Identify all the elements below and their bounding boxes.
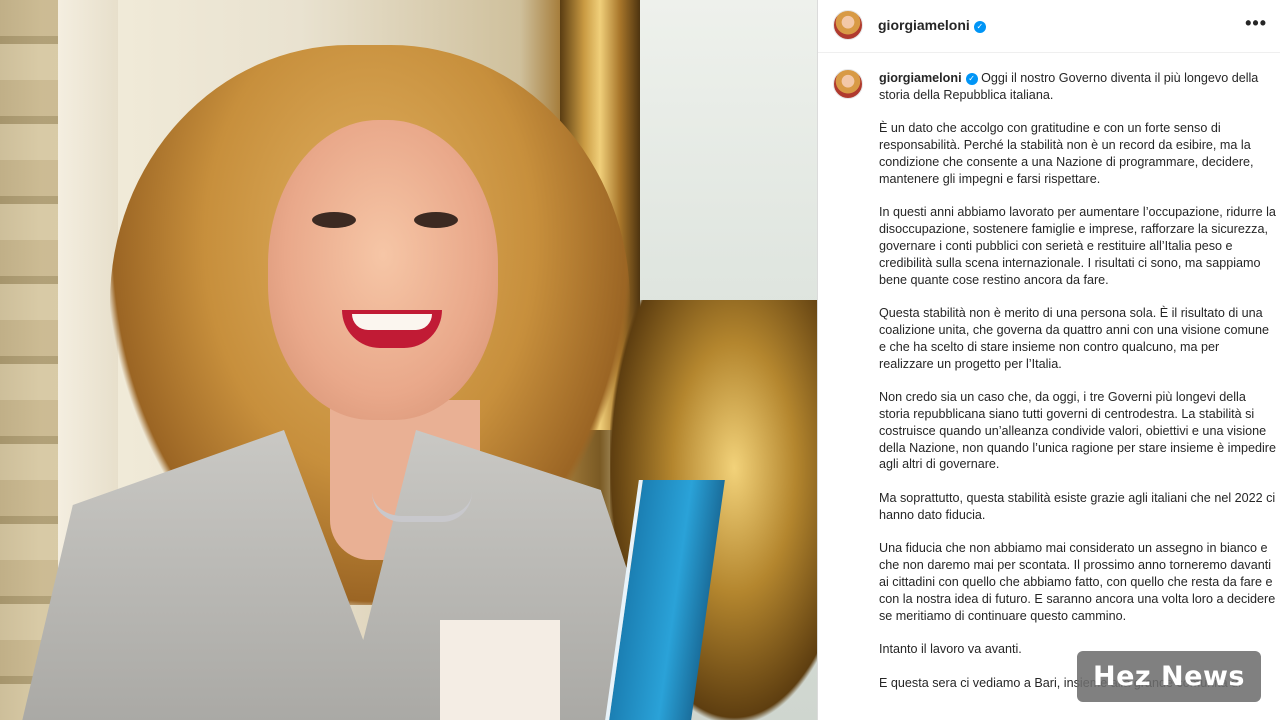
username-text[interactable]: giorgiameloni	[878, 17, 970, 33]
left-eye	[312, 212, 356, 228]
post-photo[interactable]	[0, 0, 817, 720]
post-panel: giorgiameloni ✓ ••• giorgiameloni ✓ Oggi i…	[817, 0, 1280, 720]
caption-avatar[interactable]	[833, 69, 863, 99]
caption-paragraph: Una fiducia che non abbiamo mai consider…	[879, 541, 1276, 623]
caption-username[interactable]: giorgiameloni	[879, 71, 962, 85]
verified-icon: ✓	[973, 21, 986, 33]
right-eye	[414, 212, 458, 228]
post-caption: giorgiameloni ✓ Oggi il nostro Governo di…	[879, 70, 1277, 708]
caption-paragraph: Ma soprattutto, questa stabilità esiste …	[879, 490, 1276, 522]
hez-news-watermark: Hez News	[1077, 651, 1261, 702]
caption-paragraph: Non credo sia un caso che, da oggi, i tr…	[879, 390, 1276, 472]
blouse	[440, 620, 560, 720]
caption-paragraph: Questa stabilità non è merito di una per…	[879, 306, 1269, 371]
caption-paragraph: In questi anni abbiamo lavorato per aume…	[879, 205, 1276, 287]
caption-first-paragraph: giorgiameloni ✓ Oggi il nostro Governo di…	[879, 70, 1277, 104]
caption-paragraph: È un dato che accolgo con gratitudine e …	[879, 121, 1254, 186]
necklace	[372, 492, 472, 522]
face	[268, 120, 498, 420]
teeth	[352, 314, 432, 330]
more-options-icon[interactable]: •••	[1245, 13, 1267, 33]
post-header: giorgiameloni ✓ •••	[818, 0, 1280, 53]
header-username[interactable]: giorgiameloni ✓	[878, 17, 986, 33]
avatar[interactable]	[833, 10, 863, 40]
verified-icon: ✓	[965, 73, 978, 85]
